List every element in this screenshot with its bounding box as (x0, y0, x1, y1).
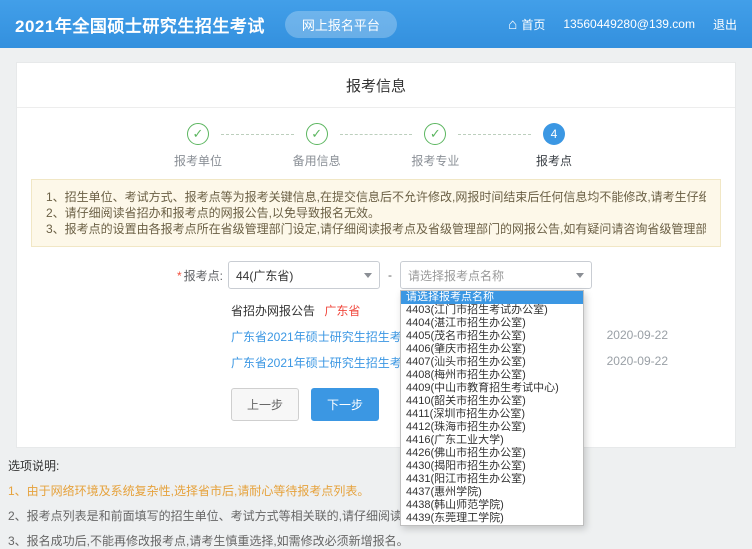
home-link-label: 首页 (521, 16, 545, 33)
app-header: 2021年全国硕士研究生招生考试 网上报名平台 ⌂ 首页 13560449280… (0, 0, 752, 48)
notice-line: 1、招生单位、考试方式、报考点等为报考关键信息,在提交信息后不允许修改,网报时间… (46, 189, 706, 205)
dropdown-option[interactable]: 4411(深圳市招生办公室) (401, 408, 583, 421)
step-label: 备用信息 (293, 152, 341, 169)
step-number: 4 (543, 123, 565, 145)
announcement-date: 2020-09-22 (607, 354, 668, 371)
section-title: 报考信息 (17, 63, 735, 108)
dropdown-option[interactable]: 4410(韶关市招生办公室) (401, 395, 583, 408)
province-announcement-link[interactable]: 广东省 (324, 304, 360, 318)
page-title: 2021年全国硕士研究生招生考试 (15, 12, 265, 37)
chevron-down-icon (576, 273, 584, 278)
next-step-button[interactable]: 下一步 (311, 388, 379, 421)
header-right: ⌂ 首页 13560449280@139.com 退出 (508, 16, 737, 33)
home-icon: ⌂ (508, 17, 517, 32)
site-select[interactable]: 请选择报考点名称 (400, 261, 592, 289)
dropdown-option[interactable]: 4416(广东工业大学) (401, 434, 583, 447)
step-check-icon: ✓ (306, 123, 328, 145)
explanation-title: 选项说明: (8, 457, 744, 474)
dropdown-option[interactable]: 4405(茂名市招生办公室) (401, 330, 583, 343)
dropdown-option[interactable]: 4408(梅州市招生办公室) (401, 369, 583, 382)
notice-line: 2、请仔细阅读省招办和报考点的网报公告,以免导致报名无效。 (46, 205, 706, 221)
notice-box: 1、招生单位、考试方式、报考点等为报考关键信息,在提交信息后不允许修改,网报时间… (31, 179, 721, 247)
dropdown-option[interactable]: 4404(湛江市招生办公室) (401, 317, 583, 330)
dropdown-option[interactable]: 4426(佛山市招生办公室) (401, 447, 583, 460)
exam-site-form-row: *报考点: 44(广东省) - 请选择报考点名称 请选择报考点名称 4403(江… (17, 261, 735, 289)
dropdown-option[interactable]: 4439(东莞理工学院) (401, 512, 583, 525)
dropdown-option[interactable]: 4431(阳江市招生办公室) (401, 473, 583, 486)
registration-card: 报考信息 ✓ 报考单位 ✓ 备用信息 ✓ 报考专业 4 报考点 1、招生单位、考… (16, 62, 736, 448)
required-asterisk: * (177, 269, 182, 283)
step-check-icon: ✓ (187, 123, 209, 145)
stepper: ✓ 报考单位 ✓ 备用信息 ✓ 报考专业 4 报考点 (161, 123, 591, 169)
notice-line: 3、报考点的设置由各报考点所在省级管理部门设定,请仔细阅读报考点及省级管理部门的… (46, 221, 706, 237)
province-select-value: 44(广东省) (236, 267, 293, 284)
chevron-down-icon (364, 273, 372, 278)
step-label: 报考单位 (174, 152, 222, 169)
step-label: 报考专业 (411, 152, 459, 169)
previous-step-button[interactable]: 上一步 (231, 388, 299, 421)
dropdown-option[interactable]: 4409(中山市教育招生考试中心) (401, 382, 583, 395)
logout-link[interactable]: 退出 (713, 16, 737, 33)
dropdown-option[interactable]: 4430(揭阳市招生办公室) (401, 460, 583, 473)
dropdown-option[interactable]: 4406(肇庆市招生办公室) (401, 343, 583, 356)
site-select-wrap: 请选择报考点名称 请选择报考点名称 4403(江门市招生考试办公室) 4404(… (400, 261, 592, 289)
dropdown-option[interactable]: 4412(珠海市招生办公室) (401, 421, 583, 434)
dropdown-option[interactable]: 4438(韩山师范学院) (401, 499, 583, 512)
dropdown-option[interactable]: 4407(汕头市招生办公室) (401, 356, 583, 369)
platform-badge: 网上报名平台 (285, 11, 397, 38)
dropdown-option[interactable]: 4403(江门市招生考试办公室) (401, 304, 583, 317)
select-separator: - (388, 268, 392, 282)
explanation-line: 3、报名成功后,不能再修改报考点,请考生慎重选择,如需修改必须新增报名。 (8, 532, 582, 549)
options-explanation: 选项说明: 1、由于网络环境及系统复杂性,选择省市后,请耐心等待报考点列表。 2… (8, 457, 744, 549)
province-select[interactable]: 44(广东省) (228, 261, 380, 289)
dropdown-option[interactable]: 4437(惠州学院) (401, 486, 583, 499)
announcement-prefix: 省招办网报公告 (231, 304, 315, 318)
exam-site-field-label: *报考点: (17, 267, 223, 284)
site-select-placeholder: 请选择报考点名称 (408, 267, 504, 284)
home-link[interactable]: ⌂ 首页 (508, 16, 545, 33)
account-email: 13560449280@139.com (563, 17, 695, 31)
announcement-date: 2020-09-22 (607, 328, 668, 345)
step-label: 报考点 (536, 152, 572, 169)
site-dropdown: 请选择报考点名称 4403(江门市招生考试办公室) 4404(湛江市招生办公室)… (400, 290, 584, 526)
field-label-text: 报考点: (184, 269, 223, 283)
dropdown-option[interactable]: 请选择报考点名称 (401, 291, 583, 304)
step-check-icon: ✓ (424, 123, 446, 145)
step-exam-site: 4 报考点 (517, 123, 591, 169)
